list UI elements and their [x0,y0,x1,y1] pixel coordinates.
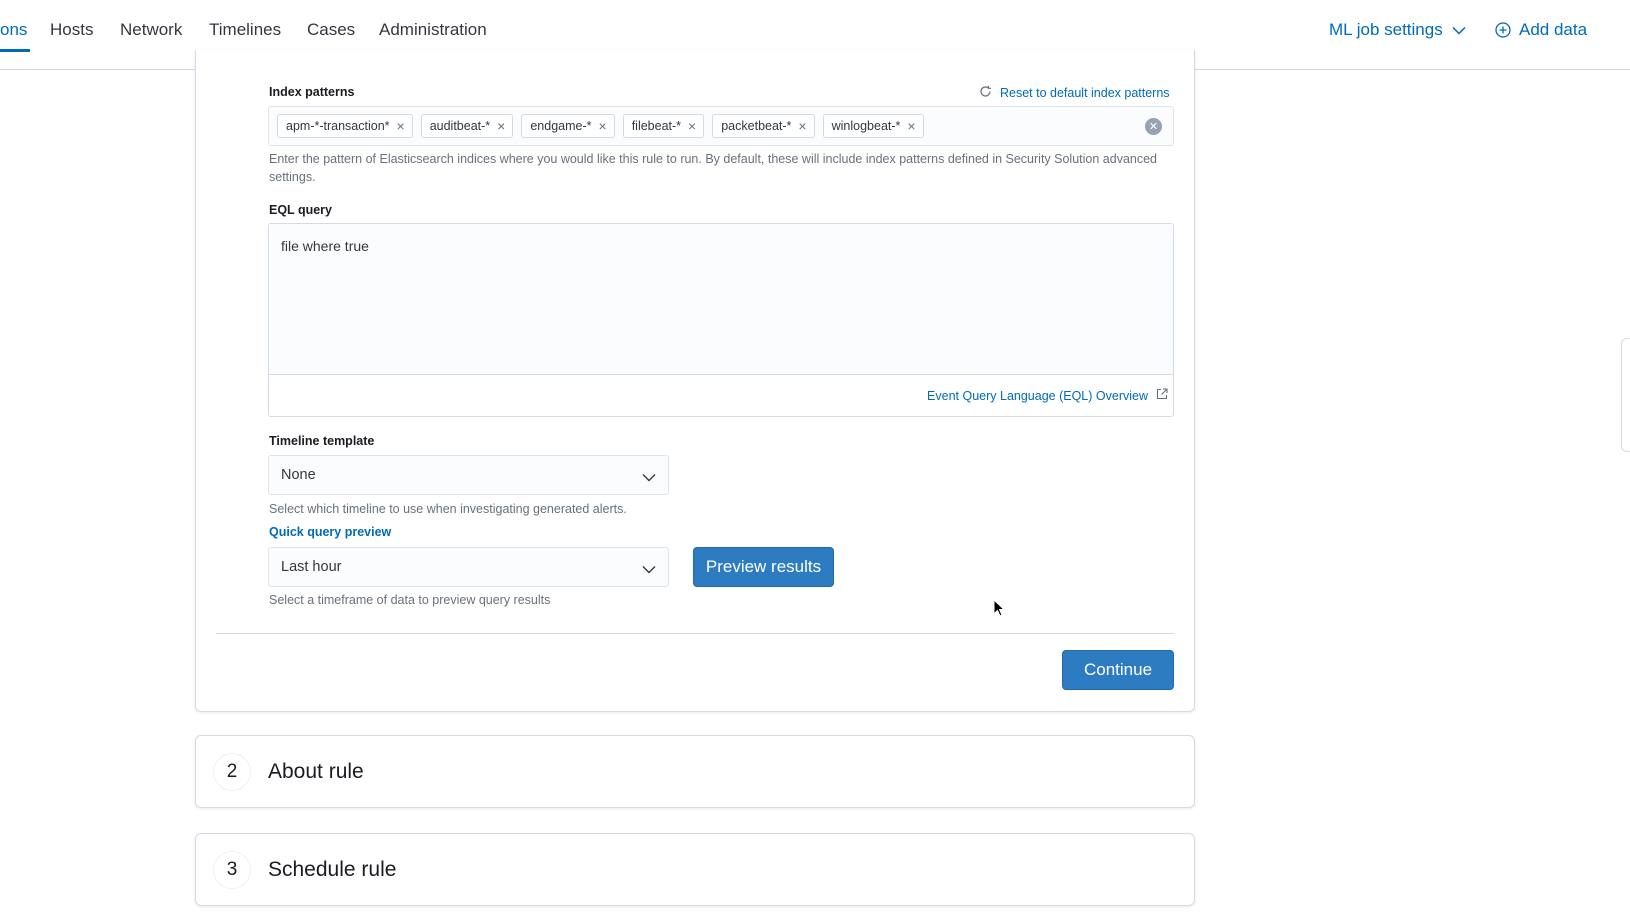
quick-query-timeframe-value: Last hour [281,559,342,575]
remove-pill-icon[interactable]: × [599,119,607,133]
eql-query-label: EQL query [269,203,332,217]
add-data-button[interactable]: Add data [1495,20,1587,40]
refresh-icon [979,85,992,101]
pill-label: filebeat-* [631,119,682,133]
tab-network[interactable]: Network [120,20,182,40]
continue-button[interactable]: Continue [1062,650,1174,690]
remove-pill-icon[interactable]: × [688,119,696,133]
ml-job-settings-button[interactable]: ML job settings [1329,20,1466,40]
index-patterns-help-line2: settings. [269,170,316,184]
pill-label: packetbeat-* [721,119,792,133]
timeline-template-help: Select which timeline to use when invest… [269,502,627,516]
index-pattern-pill: packetbeat-* × [712,114,815,138]
add-data-label: Add data [1519,20,1588,39]
eql-overview-label: Event Query Language (EQL) Overview [927,388,1148,403]
section-divider [216,633,1174,634]
pill-label: winlogbeat-* [831,119,901,133]
chevron-down-icon [642,561,656,579]
reset-index-patterns-link[interactable]: Reset to default index patterns [979,85,1170,101]
timeline-template-value: None [281,467,316,483]
eql-overview-link[interactable]: Event Query Language (EQL) Overview [927,388,1168,403]
index-pattern-pill: endgame-* × [521,114,615,138]
step-title: About rule [268,760,364,783]
mouse-cursor-icon [993,598,1006,622]
pill-label: endgame-* [530,119,592,133]
remove-pill-icon[interactable]: × [497,119,505,133]
tab-timelines[interactable]: Timelines [209,20,281,40]
step-number: 2 [213,753,251,791]
tab-detections[interactable]: ons [0,20,27,40]
about-rule-step[interactable]: 2 About rule [195,735,1195,808]
remove-pill-icon[interactable]: × [907,119,915,133]
pill-label: auditbeat-* [429,119,491,133]
remove-pill-icon[interactable]: × [798,119,806,133]
quick-query-help: Select a timeframe of data to preview qu… [269,593,551,607]
index-pattern-pill: filebeat-* × [622,114,705,138]
active-tab-indicator [0,49,30,52]
timeline-template-label: Timeline template [269,434,375,448]
index-patterns-label: Index patterns [269,85,355,99]
pill-label: apm-*-transaction* [286,119,390,133]
index-pattern-pill: apm-*-transaction* × [277,114,413,138]
eql-query-textarea[interactable] [269,224,1173,375]
tab-cases[interactable]: Cases [307,20,355,40]
tab-administration[interactable]: Administration [379,20,487,40]
schedule-rule-step[interactable]: 3 Schedule rule [195,833,1195,906]
index-patterns-help: Enter the pattern of Elasticsearch indic… [269,150,1184,186]
quick-query-timeframe-select[interactable]: Last hour [268,547,669,587]
external-link-icon [1156,388,1168,403]
index-patterns-combobox[interactable]: apm-*-transaction* × auditbeat-* × endga… [268,106,1174,146]
tab-hosts[interactable]: Hosts [50,20,93,40]
plus-circle-icon [1495,22,1511,38]
chevron-down-icon [642,469,656,487]
quick-query-preview-label: Quick query preview [269,525,392,539]
step-title: Schedule rule [268,858,397,881]
chevron-down-icon [1452,26,1466,35]
remove-pill-icon[interactable]: × [397,119,405,133]
index-pattern-pill: auditbeat-* × [420,114,514,138]
reset-index-patterns-label: Reset to default index patterns [1000,86,1170,100]
step-number: 3 [213,851,251,889]
ml-job-settings-label: ML job settings [1329,20,1443,39]
timeline-template-select[interactable]: None [268,455,669,495]
flyout-handle[interactable] [1621,338,1630,452]
index-patterns-help-line1: Enter the pattern of Elasticsearch indic… [269,152,1158,166]
preview-results-button[interactable]: Preview results [693,547,834,587]
clear-icon[interactable]: ✕ [1145,118,1162,135]
eql-query-editor: Event Query Language (EQL) Overview [268,223,1174,417]
index-pattern-pill: winlogbeat-* × [822,114,924,138]
